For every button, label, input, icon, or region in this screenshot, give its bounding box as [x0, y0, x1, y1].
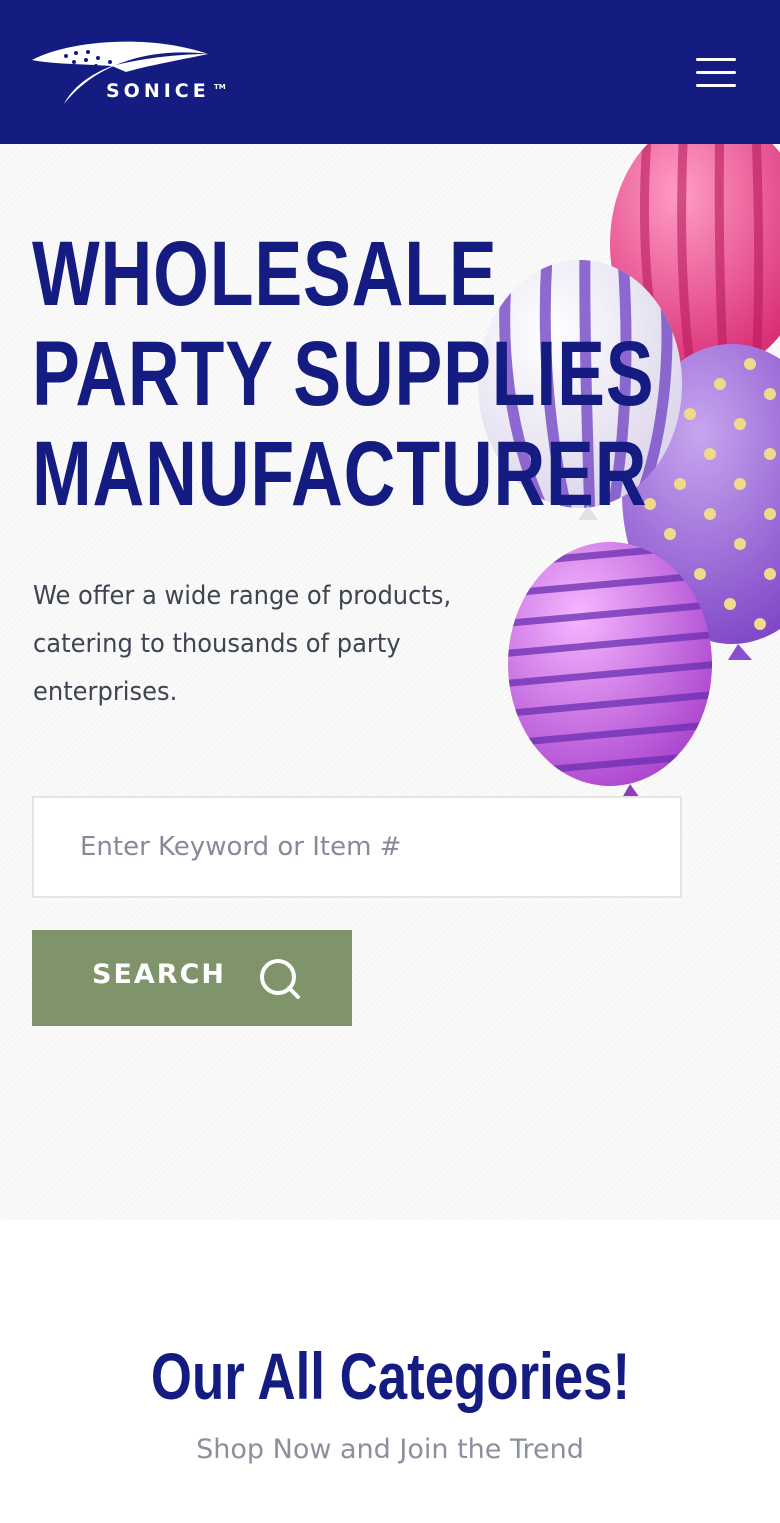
brand-logo[interactable]: SONICE TM: [30, 38, 230, 110]
search-icon: [260, 959, 300, 999]
brand-name: SONICE: [106, 80, 210, 102]
site-header: SONICE TM: [0, 0, 780, 144]
hamburger-menu-icon[interactable]: [692, 52, 740, 92]
hero-title-line: PARTY SUPPLIES: [32, 323, 655, 425]
hero-title-line: MANUFACTURER: [32, 423, 648, 525]
hero-subtitle: We offer a wide range of products, cater…: [33, 581, 452, 707]
search-button[interactable]: SEARCH: [32, 930, 352, 1026]
categories-subtitle: Shop Now and Join the Trend: [196, 1434, 584, 1465]
categories-title: Our All Categories!: [0, 1340, 780, 1412]
hero-title: WHOLESALE PARTY SUPPLIES MANUFACTURER: [32, 223, 655, 525]
search-button-label: SEARCH: [92, 959, 226, 990]
hero-title-line: WHOLESALE: [32, 223, 498, 325]
categories-title-text: Our All Categories!: [150, 1339, 630, 1413]
search-input[interactable]: [32, 796, 682, 898]
trademark-mark: TM: [214, 83, 226, 91]
hero-section: WHOLESALE PARTY SUPPLIES MANUFACTURER We…: [0, 144, 780, 1220]
